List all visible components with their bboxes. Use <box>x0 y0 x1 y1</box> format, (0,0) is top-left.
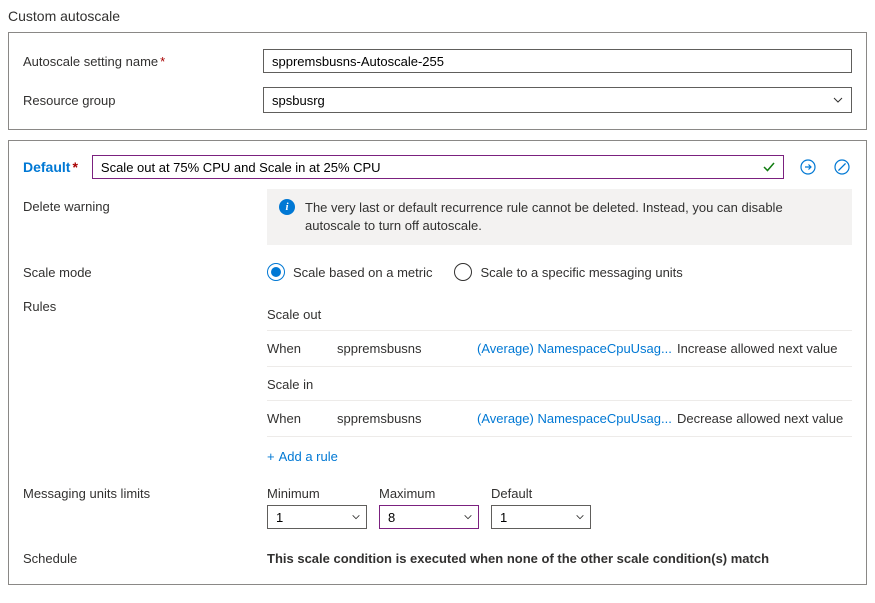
maximum-label: Maximum <box>379 486 479 501</box>
delete-warning-label: Delete warning <box>23 189 267 214</box>
rule-metric-link[interactable]: (Average) NamespaceCpuUsag... <box>477 411 677 426</box>
plus-icon: + <box>267 449 275 464</box>
scale-in-rule-row: When sppremsbusns (Average) NamespaceCpu… <box>267 401 852 437</box>
schedule-label: Schedule <box>23 551 267 566</box>
rule-metric-link[interactable]: (Average) NamespaceCpuUsag... <box>477 341 677 356</box>
checkmark-icon <box>762 160 776 174</box>
scale-out-title: Scale out <box>267 299 852 331</box>
scale-mode-label: Scale mode <box>23 265 267 280</box>
scale-mode-radio-group: Scale based on a metric Scale to a speci… <box>267 263 852 281</box>
default-label: Default <box>491 486 591 501</box>
maximum-select[interactable]: 8 <box>379 505 479 529</box>
minimum-select[interactable]: 1 <box>267 505 367 529</box>
radio-circle-icon <box>267 263 285 281</box>
schedule-text: This scale condition is executed when no… <box>267 551 852 566</box>
radio-circle-icon <box>454 263 472 281</box>
rule-action: Increase allowed next value <box>677 341 852 356</box>
condition-header: Default* <box>9 141 866 189</box>
condition-panel: Default* Delete warning i The very last … <box>8 140 867 585</box>
scale-in-title: Scale in <box>267 369 852 401</box>
info-icon: i <box>279 199 295 215</box>
add-rule-link[interactable]: + Add a rule <box>267 439 852 468</box>
scale-mode-specific-radio[interactable]: Scale to a specific messaging units <box>454 263 682 281</box>
resource-group-label: Resource group <box>23 93 263 108</box>
required-asterisk: * <box>72 159 77 175</box>
settings-panel: Autoscale setting name* Resource group s… <box>8 32 867 130</box>
default-select[interactable]: 1 <box>491 505 591 529</box>
scale-mode-metric-radio[interactable]: Scale based on a metric <box>267 263 432 281</box>
cancel-icon[interactable] <box>832 157 852 177</box>
rule-when-label: When <box>267 341 337 356</box>
rule-resource: sppremsbusns <box>337 341 477 356</box>
scale-out-rule-row: When sppremsbusns (Average) NamespaceCpu… <box>267 331 852 367</box>
page-title: Custom autoscale <box>8 8 867 24</box>
minimum-label: Minimum <box>267 486 367 501</box>
delete-warning-info: i The very last or default recurrence ru… <box>267 189 852 245</box>
condition-default-label: Default* <box>23 159 78 175</box>
confirm-icon[interactable] <box>798 157 818 177</box>
autoscale-name-label: Autoscale setting name* <box>23 54 263 69</box>
rules-label: Rules <box>23 299 267 314</box>
rule-resource: sppremsbusns <box>337 411 477 426</box>
delete-warning-text: The very last or default recurrence rule… <box>305 199 840 235</box>
rule-action: Decrease allowed next value <box>677 411 852 426</box>
condition-name-input[interactable] <box>92 155 784 179</box>
messaging-limits-label: Messaging units limits <box>23 486 267 501</box>
rule-when-label: When <box>267 411 337 426</box>
required-asterisk: * <box>160 54 165 69</box>
autoscale-name-input[interactable] <box>263 49 852 73</box>
resource-group-select[interactable]: spsbusrg <box>263 87 852 113</box>
